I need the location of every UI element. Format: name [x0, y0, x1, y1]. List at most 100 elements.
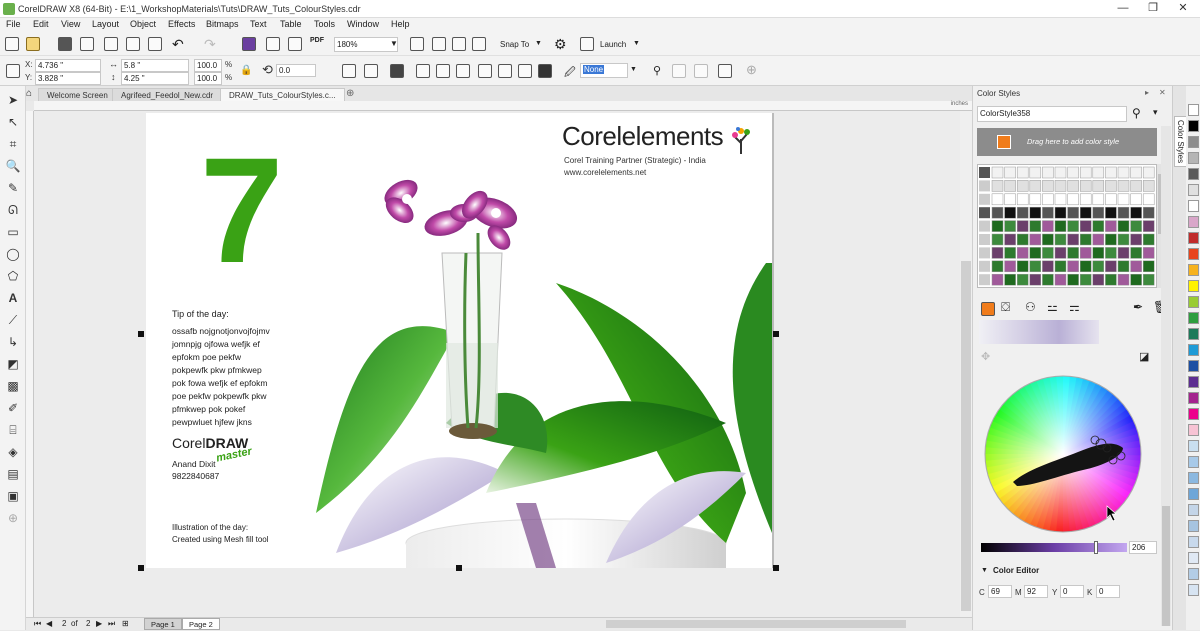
color-style-swatch[interactable]: [1004, 193, 1016, 206]
save-icon[interactable]: [58, 37, 72, 51]
close-button[interactable]: ✕: [1168, 1, 1198, 16]
color-style-swatch[interactable]: [1016, 193, 1029, 206]
palette-swatch[interactable]: [1188, 536, 1199, 548]
connector-tool-icon[interactable]: ↳: [5, 334, 21, 350]
color-style-swatch[interactable]: [1004, 220, 1016, 232]
harmony-row-header[interactable]: [979, 234, 990, 245]
black-field[interactable]: 0: [1096, 585, 1120, 598]
create-boundary-icon[interactable]: [538, 64, 552, 78]
smart-fill-tool-icon[interactable]: ▤: [5, 466, 21, 482]
color-style-swatch[interactable]: [1054, 206, 1067, 219]
menu-text[interactable]: Text: [250, 19, 267, 29]
outline-width-field[interactable]: None: [580, 63, 628, 78]
polygon-tool-icon[interactable]: ⬠: [5, 268, 21, 284]
palette-swatch[interactable]: [1188, 104, 1199, 116]
color-style-swatch[interactable]: [1105, 180, 1117, 192]
color-style-swatch[interactable]: [1117, 193, 1130, 206]
show-rulers-icon[interactable]: [432, 37, 446, 51]
selection-handle-left[interactable]: [138, 331, 144, 337]
orange-color-style-swatch[interactable]: [997, 135, 1011, 149]
tab-page-2[interactable]: Page 2: [182, 618, 220, 630]
chevron-down-icon[interactable]: ▾: [1153, 107, 1158, 118]
color-style-swatch[interactable]: [1092, 220, 1105, 232]
home-icon[interactable]: ⌂: [26, 88, 32, 99]
new-harmony-icon[interactable]: ⛋: [1001, 300, 1010, 315]
export-styles-icon[interactable]: ⚎: [1069, 300, 1080, 314]
menu-object[interactable]: Object: [130, 19, 156, 29]
color-style-swatch[interactable]: [1105, 273, 1117, 286]
color-style-swatch[interactable]: [1130, 247, 1142, 259]
color-style-swatch[interactable]: [1130, 220, 1142, 232]
color-style-swatch[interactable]: [1079, 247, 1092, 259]
color-style-swatch[interactable]: [1042, 233, 1054, 246]
restore-button[interactable]: ❐: [1138, 1, 1168, 16]
show-guidelines-icon[interactable]: [472, 37, 486, 51]
minimize-button[interactable]: —: [1108, 1, 1138, 16]
scale-x-field[interactable]: 100.0: [194, 59, 222, 72]
scale-y-field[interactable]: 100.0: [194, 72, 222, 85]
eyedropper-icon[interactable]: ✒: [1133, 300, 1143, 314]
cyan-field[interactable]: 69: [988, 585, 1012, 598]
palette-swatch[interactable]: [1188, 504, 1199, 516]
menu-table[interactable]: Table: [280, 19, 302, 29]
palette-swatch[interactable]: [1188, 344, 1199, 356]
edit-bitmap-icon[interactable]: [694, 64, 708, 78]
color-style-swatch[interactable]: [1042, 180, 1054, 192]
palette-swatch[interactable]: [1188, 584, 1199, 596]
add-tab-icon[interactable]: ⊕: [346, 88, 354, 99]
copy-icon[interactable]: [126, 37, 140, 51]
last-page-icon[interactable]: ⏭: [108, 619, 115, 629]
color-style-swatch[interactable]: [1079, 166, 1092, 179]
rectangle-tool-icon[interactable]: ▭: [5, 224, 21, 240]
color-style-swatch[interactable]: [1042, 247, 1054, 259]
palette-swatch[interactable]: [1188, 152, 1199, 164]
harmony-row-header[interactable]: [979, 274, 990, 286]
height-field[interactable]: 4.25 ": [121, 72, 189, 85]
color-style-swatch[interactable]: [1067, 233, 1079, 246]
color-style-swatch[interactable]: [1029, 233, 1042, 246]
add-tool-icon[interactable]: ⊕: [5, 510, 21, 526]
color-styles-grid[interactable]: [977, 164, 1157, 288]
add-page-icon[interactable]: ⊞: [122, 619, 129, 628]
snap-chevron-down-icon[interactable]: ▼: [535, 40, 542, 47]
color-swatches-grid[interactable]: [978, 165, 1156, 287]
color-style-swatch[interactable]: [1105, 233, 1117, 246]
color-style-swatch[interactable]: [1054, 273, 1067, 286]
import-styles-icon[interactable]: ⚍: [1047, 300, 1058, 314]
new-color-style-icon[interactable]: [981, 302, 995, 316]
tab-agrifeed-feedol[interactable]: Agrifeed_Feedol_New.cdr: [112, 88, 223, 101]
color-style-swatch[interactable]: [1092, 180, 1105, 192]
options-gear-icon[interactable]: ⚙: [554, 36, 567, 53]
color-style-swatch[interactable]: [1092, 166, 1105, 179]
print-icon[interactable]: [80, 37, 94, 51]
color-style-swatch[interactable]: [1142, 247, 1155, 259]
pick-tool-icon[interactable]: ➤: [5, 92, 21, 108]
search-icon[interactable]: ⚲: [1132, 106, 1141, 120]
palette-swatch[interactable]: [1188, 552, 1199, 564]
rotation-field[interactable]: 0.0: [276, 64, 316, 77]
selection-handle-bottom[interactable]: [456, 565, 462, 571]
color-style-swatch[interactable]: [1029, 166, 1042, 179]
ungroup-icon[interactable]: [416, 64, 430, 78]
color-style-swatch[interactable]: [1079, 206, 1092, 219]
color-style-swatch[interactable]: [1029, 273, 1042, 286]
color-style-swatch[interactable]: [1067, 273, 1079, 286]
harmony-row-header[interactable]: [979, 167, 990, 178]
color-style-swatch[interactable]: [1054, 233, 1067, 246]
color-style-swatch[interactable]: [1079, 273, 1092, 286]
document-page[interactable]: 7 Corelelements Corel Training Partner (…: [138, 113, 779, 571]
new-document-icon[interactable]: [5, 37, 19, 51]
color-style-swatch[interactable]: [1004, 247, 1016, 259]
color-style-swatch[interactable]: [1130, 206, 1142, 219]
align-distribute-icon[interactable]: [718, 64, 732, 78]
palette-swatch[interactable]: [1188, 248, 1199, 260]
transparency-tool-icon[interactable]: ▩: [5, 378, 21, 394]
color-style-swatch[interactable]: [1117, 166, 1130, 179]
color-style-swatch[interactable]: [1042, 260, 1054, 273]
color-style-swatch[interactable]: [1016, 233, 1029, 246]
color-style-swatch[interactable]: [1042, 220, 1054, 232]
freehand-tool-icon[interactable]: ✎: [5, 180, 21, 196]
lock-ratio-icon[interactable]: 🔒: [240, 65, 252, 76]
color-style-swatch[interactable]: [1029, 220, 1042, 232]
export-icon[interactable]: [288, 37, 302, 51]
